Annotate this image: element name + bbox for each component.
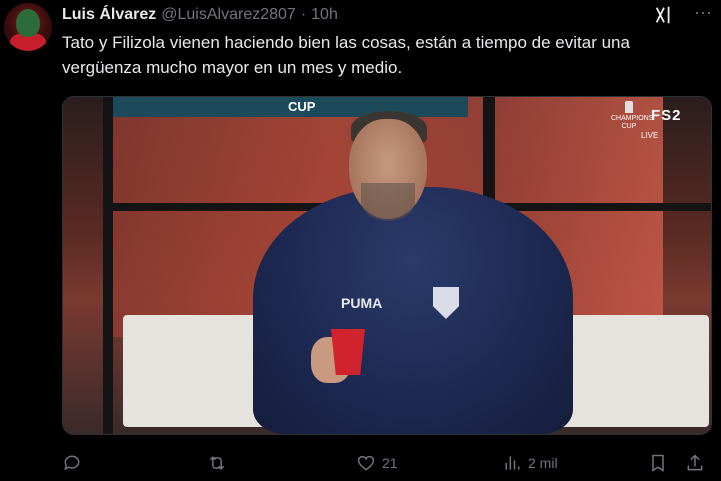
author-handle[interactable]: @LuisAlvarez2807 — [161, 6, 296, 24]
champions-cup-label: CHAMPIONS CUP — [611, 115, 654, 130]
views-icon — [505, 456, 520, 470]
trophy-icon — [625, 101, 633, 113]
tweet-text: Tato y Filizola vienen haciendo bien las… — [62, 33, 630, 77]
author-name[interactable]: Luis Álvarez — [62, 6, 156, 24]
share-icon — [687, 454, 703, 471]
frame-beam-left — [103, 97, 113, 434]
bookmark-icon — [652, 454, 664, 472]
grok-icon[interactable] — [653, 4, 675, 26]
heart-icon — [357, 455, 375, 471]
retweet-icon — [209, 456, 225, 470]
tweet-time[interactable]: 10h — [311, 6, 338, 24]
bookmark-button[interactable] — [648, 448, 668, 478]
like-button[interactable]: 21 — [356, 448, 398, 478]
banner-text: CUP — [288, 99, 316, 114]
broadcast-logos: CHAMPIONS CUP FS2 LIVE — [611, 101, 711, 141]
reply-button[interactable] — [62, 448, 88, 478]
more-icon[interactable]: ··· — [690, 3, 716, 26]
person-jacket — [253, 187, 573, 434]
retweet-button[interactable] — [207, 448, 233, 478]
channel-logo: FS2 — [651, 107, 682, 124]
red-cup — [331, 329, 365, 375]
share-button[interactable] — [685, 448, 705, 478]
views-button[interactable]: 2 mil — [502, 448, 558, 478]
avatar[interactable] — [4, 3, 52, 51]
tweet[interactable]: Luis Álvarez @LuisAlvarez2807 · 10h ··· … — [0, 0, 721, 481]
tweet-media[interactable]: CUP PUMA CHAMPIONS CUP FS2 LIVE — [62, 96, 712, 435]
views-count: 2 mil — [528, 455, 558, 471]
avatar-face — [16, 9, 40, 37]
like-count: 21 — [382, 455, 398, 471]
tweet-header: Luis Álvarez @LuisAlvarez2807 · 10h — [62, 4, 338, 26]
live-label: LIVE — [641, 131, 659, 140]
champions-cup-logo: CHAMPIONS CUP — [611, 101, 653, 131]
puma-logo: PUMA — [341, 295, 383, 311]
reply-icon — [64, 455, 80, 471]
person-beard — [361, 183, 415, 221]
separator-dot: · — [300, 6, 307, 23]
tweet-actions: 21 2 mil — [62, 448, 712, 478]
